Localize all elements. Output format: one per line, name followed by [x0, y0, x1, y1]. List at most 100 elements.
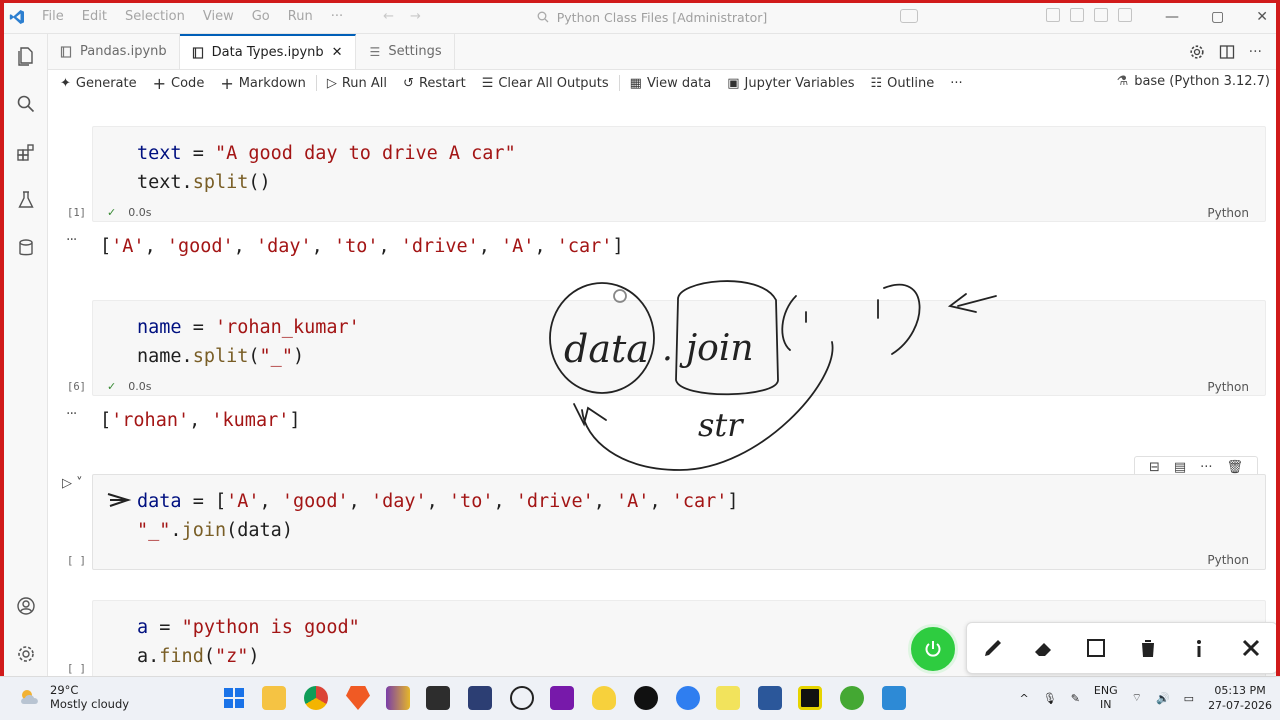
- language-indicator[interactable]: ENG IN: [1094, 684, 1118, 712]
- delete-cell-icon[interactable]: 🗑: [1227, 460, 1244, 475]
- kernel-picker[interactable]: ⚗ base (Python 3.12.7): [1117, 74, 1270, 89]
- menu-edit[interactable]: Edit: [82, 9, 107, 24]
- clear-outputs-button[interactable]: ☰ Clear All Outputs: [474, 76, 617, 91]
- chevron-up-icon[interactable]: ^: [1020, 692, 1029, 705]
- power-button[interactable]: [908, 624, 958, 674]
- execution-count: [1]: [67, 207, 86, 219]
- pen-tool-button[interactable]: [980, 635, 1006, 661]
- toggle-secondary-sidebar-icon[interactable]: [1118, 8, 1132, 22]
- word-icon[interactable]: [758, 686, 782, 710]
- wifi-icon[interactable]: ⌔: [1132, 691, 1142, 705]
- code-cell[interactable]: name = 'rohan_kumar' name.split("_") [6]…: [67, 300, 1266, 396]
- menu-bar: File Edit Selection View Go Run ···: [42, 9, 343, 24]
- weather-widget[interactable]: 29°C Mostly cloudy: [18, 683, 129, 711]
- forward-arrow-icon[interactable]: →: [410, 9, 421, 24]
- code-cell[interactable]: text = "A good day to drive A car" text.…: [67, 126, 1266, 222]
- chrome-icon[interactable]: [304, 686, 328, 710]
- rectangle-tool-button[interactable]: [1083, 635, 1109, 661]
- calculator-icon[interactable]: [426, 686, 450, 710]
- command-center-search[interactable]: Python Class Files [Administrator]: [512, 6, 792, 28]
- execution-time: 0.0s: [128, 380, 152, 393]
- database-icon[interactable]: [16, 238, 36, 258]
- tips-bulb-icon[interactable]: [592, 686, 616, 710]
- split-editor-icon[interactable]: [1219, 44, 1235, 60]
- code-line: text = "A good day to drive A car": [137, 143, 516, 164]
- info-button[interactable]: [1186, 635, 1212, 661]
- cell-language[interactable]: Python: [1207, 206, 1249, 220]
- eraser-tool-button[interactable]: [1031, 635, 1057, 661]
- pen-menu-icon[interactable]: ✎: [1071, 692, 1080, 705]
- file-explorer-icon[interactable]: [262, 686, 286, 710]
- app-icon[interactable]: [798, 686, 822, 710]
- extensions-icon[interactable]: [16, 142, 36, 162]
- output-more-icon[interactable]: ···: [66, 406, 77, 422]
- outline-button[interactable]: ☷ Outline: [863, 76, 943, 91]
- cell-language[interactable]: Python: [1207, 380, 1249, 394]
- close-tab-icon[interactable]: ✕: [332, 45, 343, 60]
- volume-icon[interactable]: 🔊: [1156, 692, 1170, 705]
- testing-flask-icon[interactable]: [16, 190, 36, 210]
- check-icon: ✓: [107, 380, 117, 393]
- menu-view[interactable]: View: [203, 9, 234, 24]
- tab-data-types[interactable]: Data Types.ipynb ✕: [179, 34, 356, 69]
- menu-run[interactable]: Run: [288, 9, 313, 24]
- settings-list-icon: ☰: [369, 44, 381, 59]
- settings-gear-icon[interactable]: [16, 644, 36, 664]
- start-button[interactable]: [222, 686, 246, 710]
- add-code-cell-button[interactable]: + Code: [145, 74, 213, 93]
- restart-button[interactable]: ↺ Restart: [395, 76, 474, 91]
- vscode-taskbar-icon[interactable]: [882, 686, 906, 710]
- cell-more-icon[interactable]: ···: [1200, 460, 1212, 475]
- back-arrow-icon[interactable]: ←: [383, 9, 394, 24]
- anaconda-icon[interactable]: [840, 686, 864, 710]
- minimize-button[interactable]: —: [1165, 9, 1179, 25]
- explorer-icon[interactable]: [16, 46, 36, 66]
- run-cell-button[interactable]: ▷ ˅: [62, 476, 83, 491]
- menu-selection[interactable]: Selection: [125, 9, 185, 24]
- menu-go[interactable]: Go: [252, 9, 270, 24]
- account-icon[interactable]: [16, 596, 36, 616]
- collapse-cell-icon[interactable]: ▤: [1174, 460, 1186, 475]
- todo-check-icon[interactable]: [676, 686, 700, 710]
- clear-drawing-button[interactable]: [1135, 635, 1161, 661]
- cell-code[interactable]: name = 'rohan_kumar' name.split("_"): [137, 313, 360, 371]
- battery-icon[interactable]: ▭: [1184, 692, 1194, 705]
- cell-output: ['rohan', 'kumar']: [100, 410, 301, 431]
- tab-pandas[interactable]: Pandas.ipynb: [48, 34, 180, 69]
- tab-settings[interactable]: ☰ Settings: [356, 34, 455, 69]
- onenote-icon[interactable]: [550, 686, 574, 710]
- winrar-icon[interactable]: [386, 686, 410, 710]
- code-cell-active[interactable]: data = ['A', 'good', 'day', 'to', 'drive…: [67, 474, 1266, 570]
- close-annotation-button[interactable]: [1238, 635, 1264, 661]
- menu-more[interactable]: ···: [331, 9, 343, 24]
- maximize-button[interactable]: ▢: [1211, 9, 1224, 25]
- app-icon[interactable]: [468, 686, 492, 710]
- toggle-sidebar-icon[interactable]: [1070, 8, 1084, 22]
- jupyter-variables-button[interactable]: ▣ Jupyter Variables: [719, 76, 862, 91]
- output-more-icon[interactable]: ···: [66, 232, 77, 248]
- view-data-button[interactable]: ▦ View data: [622, 76, 720, 91]
- generate-button[interactable]: ✦ Generate: [48, 76, 145, 91]
- app-icon[interactable]: [716, 686, 740, 710]
- cell-language[interactable]: Python: [1207, 553, 1249, 567]
- brave-icon[interactable]: [346, 686, 370, 710]
- toolbar-more-button[interactable]: ···: [942, 76, 970, 91]
- chatgpt-icon[interactable]: [510, 686, 534, 710]
- github-icon[interactable]: [634, 686, 658, 710]
- clock[interactable]: 05:13 PM 27-07-2026: [1208, 683, 1272, 713]
- layout-icon[interactable]: [1046, 8, 1060, 22]
- microphone-icon[interactable]: 🎙: [1043, 692, 1057, 705]
- run-all-button[interactable]: ▷ Run All: [319, 76, 395, 91]
- toggle-panel-icon[interactable]: [1094, 8, 1108, 22]
- gear-icon[interactable]: [1189, 44, 1205, 60]
- more-actions-icon[interactable]: ···: [1249, 44, 1262, 60]
- cell-code[interactable]: a = "python is good" a.find("z"): [137, 613, 360, 671]
- menu-file[interactable]: File: [42, 9, 64, 24]
- copilot-icon[interactable]: [900, 9, 918, 23]
- close-button[interactable]: ✕: [1256, 9, 1268, 25]
- cell-code[interactable]: text = "A good day to drive A car" text.…: [137, 139, 516, 197]
- search-icon[interactable]: [16, 94, 36, 114]
- add-markdown-cell-button[interactable]: + Markdown: [212, 74, 314, 93]
- cell-code[interactable]: data = ['A', 'good', 'day', 'to', 'drive…: [137, 487, 739, 545]
- split-cell-icon[interactable]: ⊟: [1149, 460, 1160, 475]
